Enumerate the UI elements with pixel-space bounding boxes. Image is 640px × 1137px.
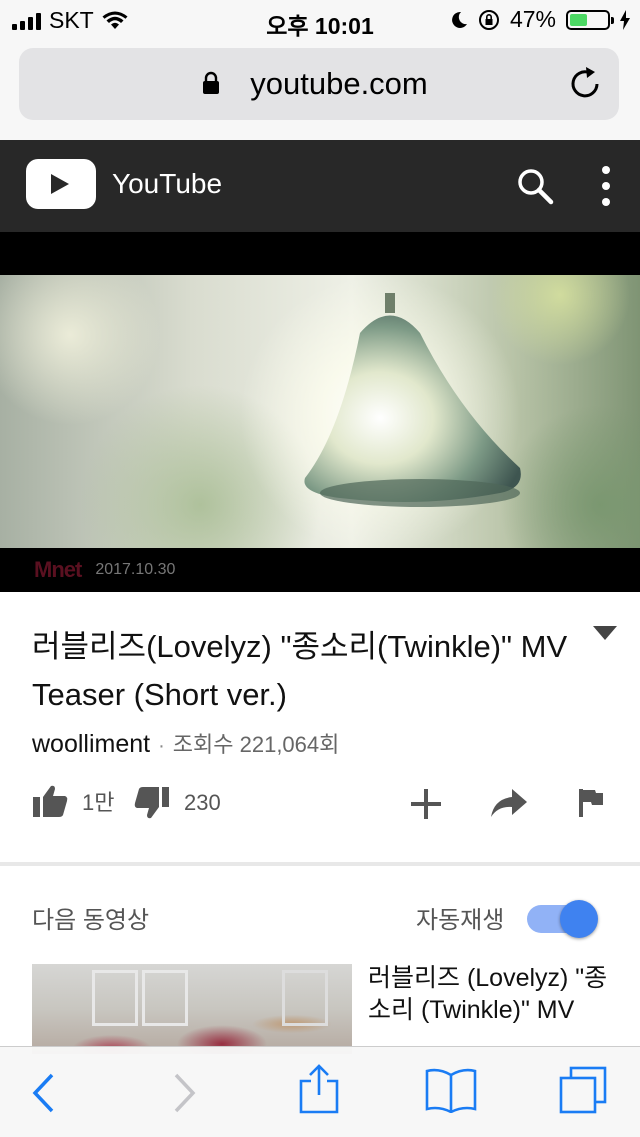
back-icon[interactable]	[30, 1071, 56, 1115]
chevron-down-icon[interactable]	[592, 625, 618, 641]
add-to-playlist-icon[interactable]	[410, 788, 442, 820]
up-next-label: 다음 동영상	[32, 907, 150, 934]
video-title: 러블리즈(Lovelyz) "종소리(Twinkle)" MV Teaser (…	[32, 629, 568, 712]
mnet-logo: Mnet	[34, 557, 82, 582]
like-button[interactable]: 1만	[32, 784, 114, 818]
video-player[interactable]: Mnet 2017.10.30	[0, 232, 640, 592]
charging-icon	[620, 9, 630, 30]
safari-toolbar	[0, 1046, 640, 1137]
share-icon[interactable]	[490, 788, 528, 818]
view-count: 조회수 221,064회	[172, 732, 340, 757]
share-sheet-icon[interactable]	[298, 1063, 340, 1115]
watermark-date: 2017.10.30	[95, 561, 176, 578]
section-divider	[0, 862, 640, 866]
meta-separator: ·	[158, 735, 165, 757]
channel-name[interactable]: woolliment	[32, 730, 150, 759]
address-bar[interactable]: youtube.com	[19, 48, 619, 120]
autoplay-label: 자동재생	[416, 907, 505, 934]
moon-icon	[452, 11, 467, 28]
like-count: 1만	[82, 790, 115, 815]
youtube-header: YouTube	[0, 140, 640, 232]
autoplay-toggle-knob[interactable]	[560, 900, 598, 938]
dislike-count: 230	[184, 790, 221, 815]
battery-icon	[566, 9, 614, 30]
reload-icon[interactable]	[567, 65, 603, 101]
bell-image	[304, 293, 521, 507]
video-actions: 1만 230	[0, 778, 640, 828]
url-text: youtube.com	[250, 66, 428, 101]
dislike-button[interactable]: 230	[134, 786, 221, 820]
tabs-icon[interactable]	[558, 1065, 608, 1115]
browser-address-area: youtube.com	[0, 40, 640, 140]
next-video-title[interactable]: 러블리즈 (Lovelyz) "종소리 (Twinkle)" MV	[368, 962, 608, 1026]
forward-icon[interactable]	[172, 1071, 198, 1115]
next-video-thumbnail[interactable]	[32, 964, 352, 1054]
flag-icon[interactable]	[578, 788, 604, 818]
video-meta: woolliment · 조회수 221,064회	[32, 727, 339, 759]
broadcast-watermark: Mnet 2017.10.30	[34, 557, 175, 583]
orientation-lock-icon	[478, 9, 499, 30]
youtube-logo-icon[interactable]	[26, 159, 96, 209]
battery-percent: 47%	[509, 6, 556, 32]
thumbs-up-icon	[33, 785, 68, 817]
more-options-icon[interactable]	[596, 164, 616, 208]
status-right: 47%	[450, 6, 630, 33]
search-icon[interactable]	[515, 166, 555, 206]
youtube-brand[interactable]: YouTube	[112, 168, 222, 200]
video-frame	[0, 275, 640, 548]
thumbs-down-icon	[134, 787, 169, 819]
status-bar: SKT 오후 10:01 47%	[0, 0, 640, 40]
bookmarks-icon[interactable]	[424, 1067, 478, 1113]
